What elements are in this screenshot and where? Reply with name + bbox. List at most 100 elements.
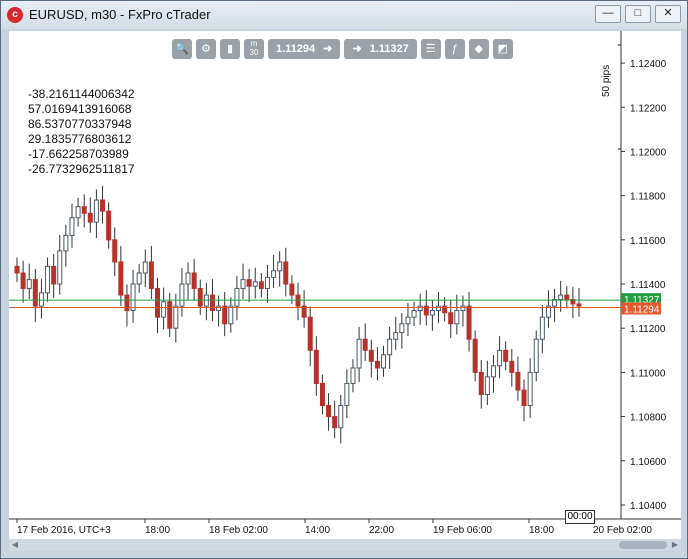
arrow-right-icon: ➜ [352, 43, 362, 55]
candle-body [118, 261, 124, 296]
candle-body [271, 270, 277, 278]
drawing-icon[interactable]: ◩ [492, 39, 513, 59]
candle-body [478, 371, 484, 395]
app-window: c EURUSD, m30 - FxPro cTrader — □ ✕ 1.12… [0, 0, 688, 559]
candle-body [167, 301, 173, 329]
candle-body [344, 382, 350, 407]
candle-body [148, 261, 154, 289]
price-tick-label: 1.11200 [630, 324, 666, 335]
candle-body [527, 371, 533, 407]
time-tick-label: 22:00 [369, 525, 394, 536]
candle-body [429, 310, 435, 316]
scroll-left-icon[interactable]: ◀ [9, 539, 21, 551]
time-tick-label: 18 Feb 02:00 [209, 525, 268, 536]
candle-body [222, 305, 228, 325]
time-tick-label: 14:00 [305, 525, 330, 536]
candle-body [228, 305, 234, 325]
candle-body [417, 305, 423, 312]
candle-body [521, 389, 527, 407]
candle-body [454, 310, 460, 325]
candle-body [246, 279, 252, 287]
candle-body [69, 217, 75, 236]
price-tick-label: 1.12400 [630, 59, 667, 70]
candle-body [264, 276, 270, 289]
candle-body [326, 405, 332, 418]
candle-body [533, 338, 539, 373]
maximize-icon[interactable]: □ [625, 5, 651, 23]
candle-body [460, 305, 466, 312]
scroll-right-icon[interactable]: ▶ [669, 539, 681, 551]
candle-body [289, 283, 295, 296]
candle-body [277, 261, 283, 272]
candle-body [216, 305, 222, 312]
zoom-icon[interactable]: 🔍 [172, 39, 192, 59]
scroll-thumb[interactable] [619, 541, 667, 549]
candle-body [399, 323, 405, 334]
candle-body [14, 265, 20, 274]
candle-body [45, 265, 51, 294]
time-tick-label: 17 Feb 2016, UTC+3 [17, 525, 111, 536]
window-title: EURUSD, m30 - FxPro cTrader [29, 7, 211, 22]
candle-body [350, 367, 356, 384]
horizontal-scrollbar[interactable]: ◀ ▶ [9, 539, 681, 551]
price-tick-label: 1.12200 [630, 103, 667, 114]
candle-body [368, 349, 374, 362]
sell-button[interactable]: 1.11294 ➜ [268, 39, 341, 59]
settings-icon[interactable]: ⚙ [196, 39, 216, 59]
candle-body [258, 281, 264, 289]
indicators-icon[interactable]: ☰ [420, 39, 441, 59]
candle-body [338, 405, 344, 429]
candle-body [209, 294, 215, 312]
candle-body [313, 349, 319, 384]
candle-body [75, 206, 81, 219]
trade-panel-icon[interactable]: ◆ [468, 39, 489, 59]
candle-body [93, 199, 99, 223]
title-bar[interactable]: c EURUSD, m30 - FxPro cTrader — □ ✕ [1, 1, 687, 29]
candle-body [26, 279, 32, 289]
buy-button[interactable]: ➜ 1.11327 [344, 39, 417, 59]
price-tick-label: 1.12000 [630, 147, 667, 158]
minimize-icon[interactable]: — [595, 5, 621, 23]
time-tick-label: 18:00 [145, 525, 170, 536]
candle-body [38, 292, 44, 307]
candle-body [319, 382, 325, 407]
bid-price: 1.11294 [276, 43, 316, 55]
candle-body [63, 234, 69, 252]
candle-body [503, 349, 509, 362]
candle-body [197, 287, 203, 307]
price-tick-label: 1.10400 [630, 501, 667, 512]
candle-body [124, 294, 130, 312]
candle-body [185, 272, 191, 285]
candle-body [356, 338, 362, 369]
price-tick-label: 1.11600 [630, 236, 666, 247]
bid-price-label: 1.11294 [624, 304, 660, 315]
candle-body [57, 250, 63, 285]
candle-body [234, 287, 240, 307]
cbot-icon[interactable]: ƒ [444, 39, 465, 59]
arrow-right-icon: ➜ [323, 43, 333, 55]
candle-body [393, 332, 399, 340]
candle-body [509, 360, 515, 373]
close-icon[interactable]: ✕ [655, 5, 681, 23]
candle-body [362, 338, 368, 351]
info-line: -38.2161144006342 [28, 87, 135, 101]
info-line: 86.5370770337948 [28, 117, 132, 131]
info-line: 29.1835776803612 [28, 132, 132, 146]
candle-body [179, 283, 185, 307]
timeframe-icon[interactable]: m 30 [244, 39, 264, 59]
candle-body [558, 294, 564, 300]
price-tick-label: 1.10800 [630, 413, 667, 424]
chart-toolbar: 🔍 ⚙ ▮ m 30 1.11294 ➜ ➜ 1.11327 ☰ ƒ ◆ ◩ [172, 39, 513, 59]
candle-body [32, 279, 38, 307]
candle-body [136, 272, 142, 285]
candle-body [307, 316, 313, 351]
candle-body [448, 312, 454, 325]
candle-body [564, 294, 570, 300]
chart-type-icon[interactable]: ▮ [220, 39, 240, 59]
price-tick-label: 1.11400 [630, 280, 666, 291]
candle-body [381, 354, 387, 369]
ask-price: 1.11327 [369, 43, 409, 55]
candle-body [173, 305, 179, 329]
time-tick-label: 20 Feb 02:00 [593, 525, 652, 536]
time-tick-label: 19 Feb 06:00 [433, 525, 492, 536]
